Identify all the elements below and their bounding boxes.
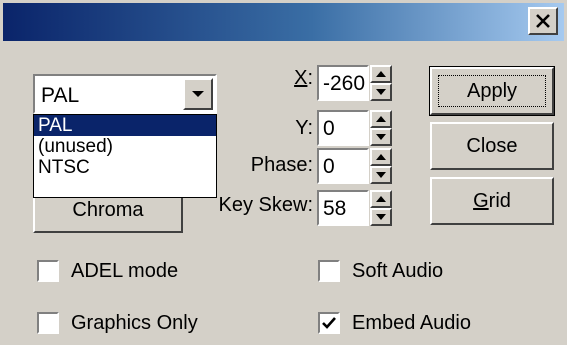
embed-audio-checkbox[interactable] [318,312,340,334]
window-close-button[interactable] [528,7,558,35]
key-skew-spin-down[interactable] [370,208,392,226]
video-format-combo[interactable]: PAL [33,74,217,114]
x-spin-down[interactable] [370,83,392,101]
video-format-dropdown-list[interactable]: PAL (unused) NTSC [33,114,217,198]
phase-spinner[interactable] [370,148,392,184]
checkmark-icon [322,317,336,329]
x-spin-up[interactable] [370,65,392,83]
spin-up-icon [376,71,386,77]
format-option-pal[interactable]: PAL [34,115,216,136]
key-skew-spin-up[interactable] [370,190,392,208]
phase-label: Phase: [250,154,313,176]
close-icon [536,14,550,28]
spin-down-icon [376,214,386,220]
y-spinner[interactable] [370,110,392,146]
close-button[interactable]: Close [430,122,554,170]
title-bar[interactable] [3,3,564,41]
grid-button-label: Grid [473,189,511,212]
format-option-unused[interactable]: (unused) [34,136,216,157]
video-format-value: PAL [41,84,80,107]
key-skew-label: Key Skew: [218,194,313,216]
graphics-only-checkbox[interactable] [37,312,59,334]
key-skew-input[interactable]: 58 [317,190,369,226]
spin-up-icon [376,196,386,202]
y-label: Y: [295,117,313,139]
format-option-ntsc[interactable]: NTSC [34,157,216,178]
spin-up-icon [376,116,386,122]
close-button-label: Close [466,134,518,157]
graphics-only-label: Graphics Only [71,312,198,334]
embed-audio-label: Embed Audio [352,312,471,334]
spin-down-icon [376,172,386,178]
phase-spin-down[interactable] [370,166,392,184]
phase-input[interactable]: 0 [317,148,369,184]
chroma-button-label: Chroma [72,199,144,221]
spin-down-icon [376,89,386,95]
y-input[interactable]: 0 [317,110,369,146]
apply-button[interactable]: Apply [429,66,555,116]
spin-up-icon [376,154,386,160]
grid-button[interactable]: Grid [430,177,554,225]
chevron-down-icon [192,91,204,97]
key-skew-spinner[interactable] [370,190,392,226]
y-spin-up[interactable] [370,110,392,128]
phase-spin-up[interactable] [370,148,392,166]
x-label: X: [294,67,313,89]
spin-down-icon [376,134,386,140]
x-input[interactable]: -260 [317,65,369,101]
adel-mode-label: ADEL mode [71,260,179,282]
soft-audio-checkbox[interactable] [318,260,340,282]
apply-button-label: Apply [466,79,518,102]
x-spinner[interactable] [370,65,392,101]
y-spin-down[interactable] [370,128,392,146]
adel-mode-checkbox[interactable] [37,260,59,282]
combo-dropdown-button[interactable] [183,78,213,110]
soft-audio-label: Soft Audio [352,260,444,282]
